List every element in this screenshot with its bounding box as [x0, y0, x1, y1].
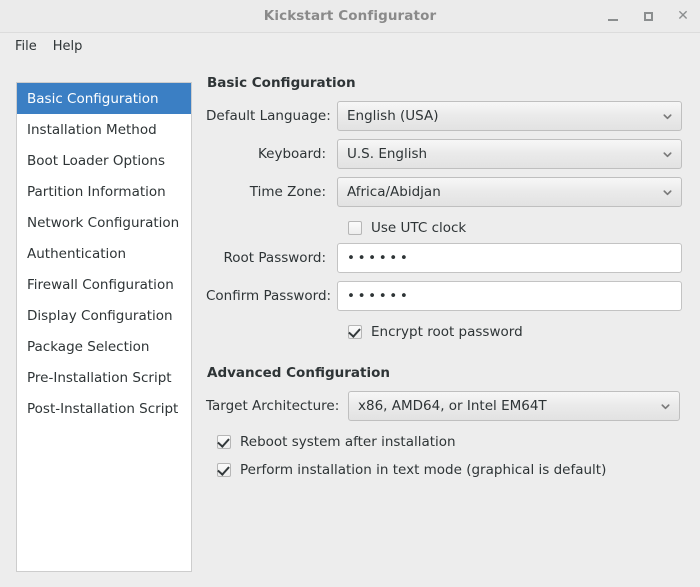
minimize-button[interactable]: [604, 7, 622, 25]
keyboard-row: Keyboard: U.S. English: [206, 139, 700, 169]
keyboard-label: Keyboard:: [257, 146, 326, 162]
use-utc-clock-row[interactable]: Use UTC clock: [206, 215, 700, 241]
target-architecture-select[interactable]: x86, AMD64, or Intel EM64T: [348, 391, 680, 421]
sidebar-item-pre-installation-script[interactable]: Pre-Installation Script: [17, 362, 191, 393]
sidebar-item-display-configuration[interactable]: Display Configuration: [17, 300, 191, 331]
text-mode-install-row[interactable]: Perform installation in text mode (graph…: [206, 457, 700, 483]
sidebar-container: Basic Configuration Installation Method …: [0, 64, 192, 572]
chevron-down-icon: [662, 187, 673, 198]
sidebar-item-label: Network Configuration: [27, 214, 180, 231]
default-language-select[interactable]: English (USA): [337, 101, 682, 131]
default-language-row: Default Language: English (USA): [206, 101, 700, 131]
time-zone-row: Time Zone: Africa/Abidjan: [206, 177, 700, 207]
text-mode-install-label: Perform installation in text mode (graph…: [240, 462, 607, 478]
window-title: Kickstart Configurator: [263, 8, 437, 24]
encrypt-root-password-label: Encrypt root password: [371, 324, 523, 340]
root-password-row: Root Password: ••••••: [206, 243, 700, 273]
basic-configuration-heading: Basic Configuration: [207, 75, 356, 91]
close-button[interactable]: ✕: [674, 7, 692, 25]
root-password-label: Root Password:: [223, 250, 326, 266]
sidebar-list[interactable]: Basic Configuration Installation Method …: [16, 82, 192, 572]
target-architecture-label: Target Architecture:: [206, 398, 340, 414]
text-mode-install-checkbox[interactable]: [217, 463, 231, 477]
chevron-down-icon: [662, 111, 673, 122]
sidebar-item-label: Post-Installation Script: [27, 400, 179, 417]
time-zone-label: Time Zone:: [249, 184, 326, 200]
advanced-configuration-heading: Advanced Configuration: [207, 365, 390, 381]
window-titlebar: Kickstart Configurator ✕: [0, 0, 700, 33]
sidebar-item-firewall-configuration[interactable]: Firewall Configuration: [17, 269, 191, 300]
sidebar-item-label: Basic Configuration: [27, 90, 159, 107]
time-zone-value: Africa/Abidjan: [347, 184, 441, 200]
sidebar-item-label: Installation Method: [27, 121, 157, 138]
sidebar-item-authentication[interactable]: Authentication: [17, 238, 191, 269]
sidebar-item-label: Partition Information: [27, 183, 166, 200]
sidebar-item-label: Pre-Installation Script: [27, 369, 172, 386]
default-language-label: Default Language:: [206, 108, 331, 124]
menu-file[interactable]: File: [7, 36, 45, 57]
menubar: File Help: [0, 33, 700, 60]
sidebar-item-boot-loader-options[interactable]: Boot Loader Options: [17, 145, 191, 176]
sidebar-item-label: Boot Loader Options: [27, 152, 165, 169]
sidebar-item-installation-method[interactable]: Installation Method: [17, 114, 191, 145]
reboot-after-install-row[interactable]: Reboot system after installation: [206, 429, 700, 455]
sidebar-item-label: Firewall Configuration: [27, 276, 174, 293]
keyboard-value: U.S. English: [347, 146, 428, 162]
confirm-password-value: ••••••: [347, 288, 411, 304]
confirm-password-label: Confirm Password:: [206, 288, 332, 304]
root-password-value: ••••••: [347, 250, 411, 266]
maximize-icon: [643, 11, 653, 21]
target-architecture-row: Target Architecture: x86, AMD64, or Inte…: [206, 391, 700, 421]
sidebar-item-label: Package Selection: [27, 338, 150, 355]
close-icon: ✕: [677, 8, 689, 24]
target-architecture-value: x86, AMD64, or Intel EM64T: [358, 398, 547, 414]
sidebar-item-basic-configuration[interactable]: Basic Configuration: [17, 83, 191, 114]
maximize-button[interactable]: [639, 7, 657, 25]
sidebar-item-package-selection[interactable]: Package Selection: [17, 331, 191, 362]
encrypt-root-password-checkbox[interactable]: [348, 325, 362, 339]
settings-pane: Basic Configuration Default Language: En…: [192, 64, 700, 572]
encrypt-root-password-row[interactable]: Encrypt root password: [206, 319, 700, 345]
confirm-password-input[interactable]: ••••••: [337, 281, 682, 311]
time-zone-select[interactable]: Africa/Abidjan: [337, 177, 682, 207]
window-controls: ✕: [604, 7, 692, 25]
main-content: Basic Configuration Installation Method …: [0, 60, 700, 572]
reboot-after-install-label: Reboot system after installation: [240, 434, 456, 450]
confirm-password-row: Confirm Password: ••••••: [206, 281, 700, 311]
sidebar-item-network-configuration[interactable]: Network Configuration: [17, 207, 191, 238]
sidebar-item-label: Display Configuration: [27, 307, 173, 324]
chevron-down-icon: [662, 149, 673, 160]
default-language-value: English (USA): [347, 108, 439, 124]
sidebar-item-post-installation-script[interactable]: Post-Installation Script: [17, 393, 191, 424]
chevron-down-icon: [660, 401, 671, 412]
sidebar-item-label: Authentication: [27, 245, 127, 262]
reboot-after-install-checkbox[interactable]: [217, 435, 231, 449]
keyboard-select[interactable]: U.S. English: [337, 139, 682, 169]
use-utc-clock-label: Use UTC clock: [371, 220, 467, 236]
menu-help[interactable]: Help: [45, 36, 91, 57]
minimize-icon: [608, 18, 618, 21]
sidebar-item-partition-information[interactable]: Partition Information: [17, 176, 191, 207]
root-password-input[interactable]: ••••••: [337, 243, 682, 273]
use-utc-clock-checkbox[interactable]: [348, 221, 362, 235]
